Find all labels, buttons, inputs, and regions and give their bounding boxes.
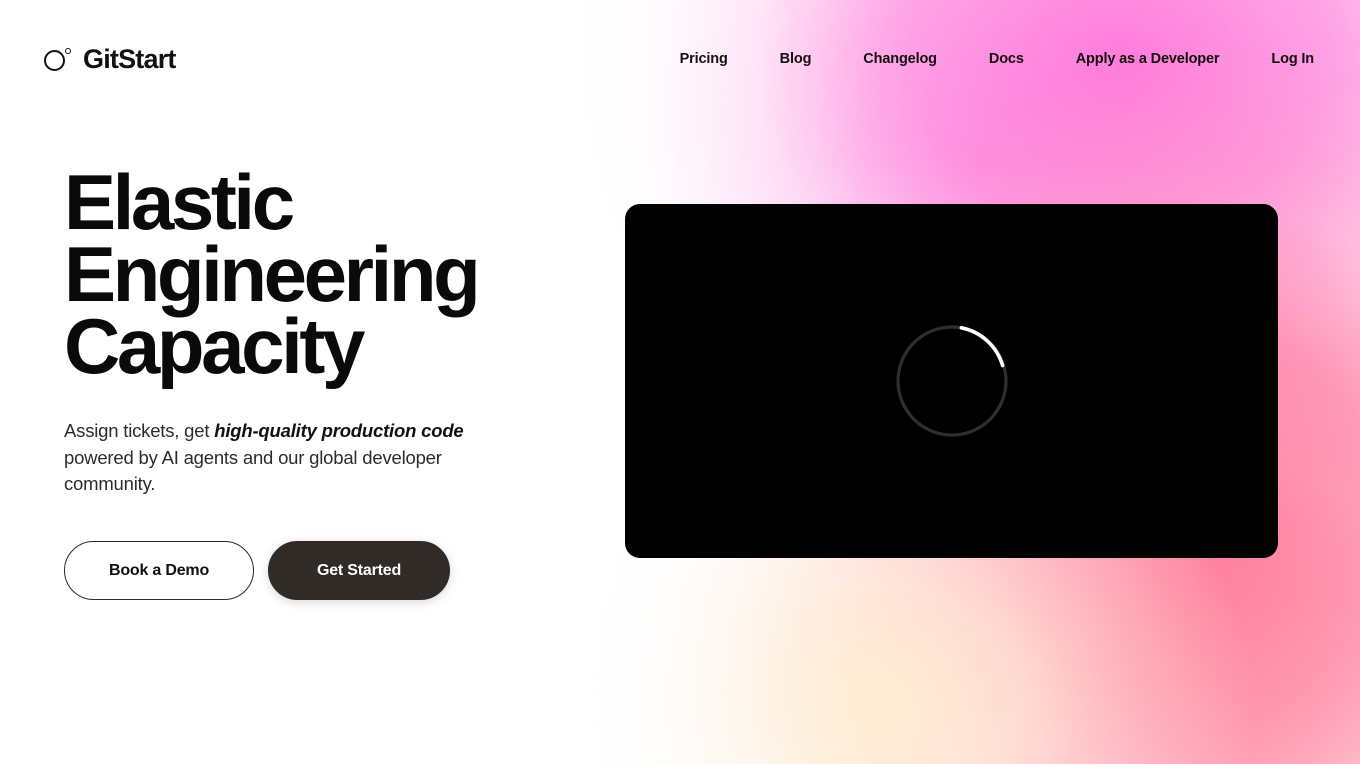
circle-degree-logo-icon [44, 46, 74, 72]
hero-cta-row: Book a Demo Get Started [64, 541, 584, 601]
headline-line-1: Elastic [64, 158, 295, 246]
hero-copy-column: Elastic Engineering Capacity Assign tick… [64, 158, 584, 601]
page-title: Elastic Engineering Capacity [64, 158, 584, 391]
brand-logo-link[interactable]: GitStart [44, 43, 176, 74]
get-started-button[interactable]: Get Started [268, 541, 450, 601]
nav-item-apply-as-a-developer[interactable]: Apply as a Developer [1076, 45, 1220, 73]
hero-subcopy: Assign tickets, get high-quality product… [64, 418, 494, 497]
brand-name: GitStart [83, 43, 176, 74]
nav-item-changelog[interactable]: Changelog [863, 45, 937, 73]
loading-spinner-icon [895, 325, 1008, 437]
site-header: GitStart Pricing Blog Changelog Docs App… [0, 0, 1360, 118]
headline-line-2: Engineering [64, 230, 481, 319]
landing-page: GitStart Pricing Blog Changelog Docs App… [0, 0, 1360, 764]
subcopy-emphasis: high-quality production code [214, 420, 464, 442]
primary-navigation: Pricing Blog Changelog Docs Apply as a D… [680, 45, 1315, 73]
subcopy-text-after: powered by AI agents and our global deve… [64, 446, 442, 494]
nav-item-docs[interactable]: Docs [989, 45, 1024, 73]
nav-item-blog[interactable]: Blog [780, 45, 812, 73]
headline-line-3: Capacity [64, 302, 365, 391]
hero-video-panel[interactable] [625, 204, 1278, 558]
subcopy-text-before: Assign tickets, get [64, 420, 215, 442]
nav-item-log-in[interactable]: Log In [1271, 45, 1314, 73]
nav-item-pricing[interactable]: Pricing [680, 45, 728, 73]
book-a-demo-button[interactable]: Book a Demo [64, 541, 254, 601]
